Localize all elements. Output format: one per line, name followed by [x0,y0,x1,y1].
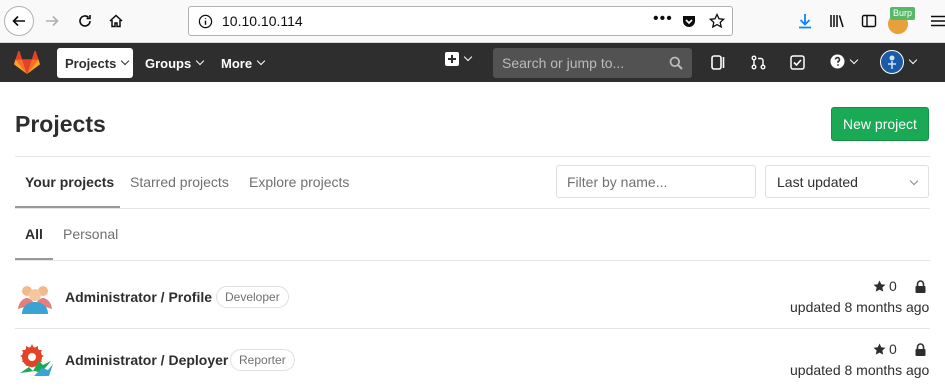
project-name-link[interactable]: Administrator / Profile [65,289,212,305]
home-button[interactable] [102,7,130,35]
chevron-down-icon [195,56,205,66]
projects-menu-label: Projects [65,55,117,71]
star-count-value: 0 [889,341,897,357]
chevron-down-icon [256,56,266,66]
pocket-icon[interactable] [681,13,697,29]
search-input[interactable]: Search or jump to... [493,48,692,78]
role-badge: Reporter [230,349,295,371]
chevron-down-icon [463,52,473,62]
page-title: Projects [15,111,106,137]
forward-button[interactable] [38,7,66,35]
tab-explore-projects[interactable]: Explore projects [249,174,349,190]
issues-board-icon[interactable] [711,55,726,70]
subtab-personal[interactable]: Personal [63,226,118,242]
help-dropdown[interactable] [830,54,859,69]
projects-menu[interactable]: Projects [57,48,133,78]
search-icon [669,56,683,70]
star-icon [873,342,886,355]
groups-menu[interactable]: Groups [145,48,205,78]
more-menu[interactable]: More [221,48,266,78]
url-bar[interactable]: 10.10.10.114 ••• [188,6,733,36]
lock-icon [915,280,926,293]
browser-toolbar: 10.10.10.114 ••• Burp [0,0,945,43]
lock-icon [915,343,926,356]
url-text: 10.10.10.114 [222,13,303,29]
home-icon [109,14,123,28]
star-count-value: 0 [889,278,897,294]
reload-icon [79,15,91,27]
bookmark-star-icon[interactable] [709,13,725,29]
burp-badge: Burp [890,7,916,20]
plus-square-icon [445,52,459,66]
new-project-button[interactable]: New project [831,107,929,141]
chevron-down-icon [849,55,859,64]
sort-value: Last updated [777,174,858,190]
tab-starred-projects[interactable]: Starred projects [130,174,229,190]
divider [15,208,930,209]
subtab-all[interactable]: All [25,226,43,242]
hamburger-menu-icon[interactable] [930,13,945,29]
chevron-down-icon [121,56,130,66]
user-menu[interactable] [880,50,918,74]
download-icon[interactable] [797,13,813,29]
sidebar-icon[interactable] [861,13,877,29]
filter-placeholder: Filter by name... [567,174,668,190]
question-icon [830,54,845,69]
tab-your-projects[interactable]: Your projects [25,174,114,190]
search-placeholder: Search or jump to... [502,55,625,71]
new-dropdown[interactable] [445,52,473,66]
library-icon[interactable] [829,13,845,29]
filter-by-name-input[interactable]: Filter by name... [556,165,756,198]
star-count[interactable]: 0 [873,341,897,357]
star-count[interactable]: 0 [873,278,897,294]
role-badge: Developer [216,286,289,308]
chevron-down-icon [908,55,918,65]
todo-icon[interactable] [790,55,805,70]
arrow-left-icon [12,15,25,27]
divider [15,156,930,157]
back-button[interactable] [4,6,34,36]
project-name-link[interactable]: Administrator / Deployer [65,352,228,368]
page-actions-icon[interactable]: ••• [653,10,673,28]
arrow-right-icon [46,15,59,27]
chevron-down-icon [909,176,919,186]
merge-request-icon[interactable] [751,55,766,70]
info-icon [198,14,213,29]
gitlab-logo-icon[interactable] [14,51,40,75]
avatar [880,50,904,74]
divider [15,260,930,261]
sort-dropdown[interactable]: Last updated [765,165,929,198]
more-menu-label: More [221,55,253,71]
updated-time: updated 8 months ago [790,362,930,378]
star-icon [873,279,886,292]
project-avatar-deployer-icon[interactable] [16,340,54,378]
project-avatar-profile-icon[interactable] [16,277,54,315]
updated-time: updated 8 months ago [790,299,930,315]
divider [15,328,930,329]
user-avatar-icon [888,55,896,69]
groups-menu-label: Groups [145,55,192,71]
reload-button[interactable] [71,7,99,35]
